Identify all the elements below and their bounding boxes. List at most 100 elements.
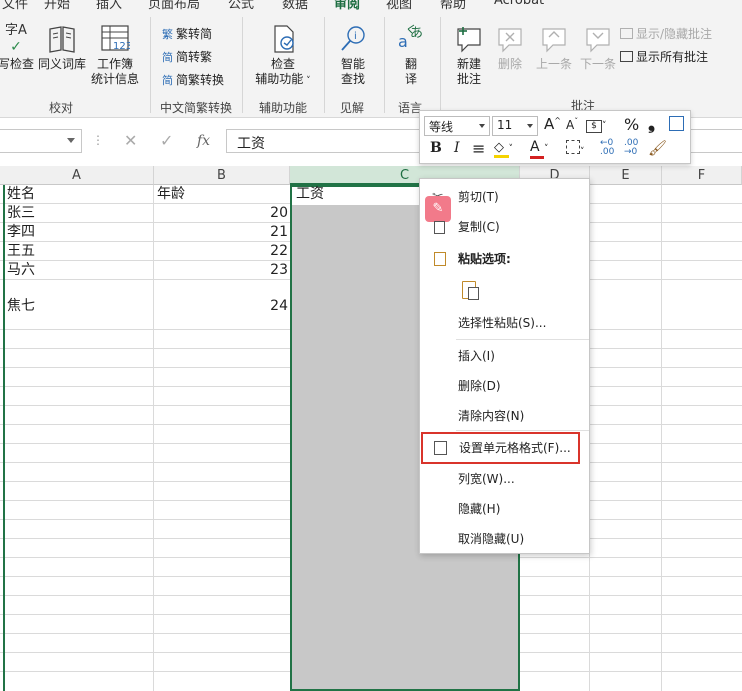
ribbon-separator: [150, 17, 151, 113]
percent-button[interactable]: %: [624, 115, 639, 134]
column-header-b[interactable]: B: [154, 166, 290, 185]
menu-item-delete-label: 删除(D): [458, 379, 501, 393]
chevron-down-icon: [527, 124, 533, 128]
show-all-comments-button[interactable]: 显示所有批注: [620, 48, 708, 65]
show-hide-comment-button[interactable]: 显示/隐藏批注: [620, 25, 712, 42]
insert-function-icon[interactable]: fx: [197, 133, 210, 149]
enter-icon[interactable]: ✓: [160, 131, 173, 150]
chinese-conversion-label: 简繁转换: [176, 73, 225, 87]
show-all-comments-label: 显示所有批注: [636, 50, 709, 64]
menu-item-format-cells-label: 设置单元格格式(F)...: [459, 441, 571, 455]
menu-item-cut-label: 剪切(T): [458, 190, 499, 204]
name-box[interactable]: [0, 129, 82, 153]
workbook-statistics-button[interactable]: 123 工作簿 统计信息: [88, 23, 142, 87]
cell-b2[interactable]: 20: [157, 204, 288, 222]
menu-item-clear-contents-label: 清除内容(N): [458, 409, 525, 423]
thesaurus-button[interactable]: 同义词库: [37, 23, 87, 72]
column-header-f[interactable]: F: [662, 166, 742, 185]
menu-item-insert[interactable]: 插入(I): [420, 342, 589, 370]
font-name-value: 等线: [429, 120, 454, 134]
decrease-decimal-button[interactable]: .00 →0: [624, 139, 638, 157]
workbook-stats-label-2: 统计信息: [90, 72, 139, 86]
delete-comment-button[interactable]: 删除: [490, 23, 530, 72]
chinese-conversion-button[interactable]: 简 简繁转换: [162, 71, 224, 88]
bold-button[interactable]: B: [430, 140, 442, 156]
menu-item-clear-contents[interactable]: 清除内容(N): [420, 402, 589, 430]
cell-b5[interactable]: 23: [157, 261, 288, 279]
menu-item-unhide[interactable]: 取消隐藏(U): [420, 525, 589, 553]
ribbon-tabs: 文件 开始 插入 页面布局 公式 数据 审阅 视图 帮助 Acrobat: [0, 0, 742, 15]
grow-font-button[interactable]: A^: [544, 115, 561, 133]
thesaurus-label: 同义词库: [37, 57, 86, 71]
ribbon-separator: [440, 17, 441, 113]
check-accessibility-button[interactable]: 检查 辅助功能 ˅: [250, 23, 316, 89]
cell-b3[interactable]: 21: [157, 223, 288, 241]
menu-item-column-width[interactable]: 列宽(W)...: [420, 465, 589, 493]
tab-acrobat[interactable]: Acrobat: [494, 0, 544, 8]
menu-item-paste-special[interactable]: 选择性粘贴(S)...: [420, 309, 589, 337]
new-comment-button[interactable]: 新建 批注: [448, 23, 490, 87]
paste-options-label: 粘贴选项:: [458, 252, 511, 266]
mini-toolbar: 等线 11 A^ Aˇ $ ˅ % ❟ B I ≡ ◇ ˅ A ˅ ˅ ←0.00…: [419, 110, 691, 164]
comma-style-button[interactable]: ❟: [648, 113, 655, 134]
cell-a5[interactable]: 马六: [7, 261, 35, 279]
cell-b6[interactable]: 24: [157, 297, 288, 315]
menu-item-format-cells[interactable]: 设置单元格格式(F)...: [421, 432, 580, 464]
fill-color-button[interactable]: ◇ ˅: [494, 139, 513, 158]
menu-item-delete[interactable]: 删除(D): [420, 372, 589, 400]
chevron-down-icon: [67, 138, 75, 143]
simp-to-trad-button[interactable]: 简 简转繁: [162, 48, 212, 65]
format-painter-button[interactable]: 🖌: [648, 139, 667, 157]
spelling-button[interactable]: 字A ✓ 写检查: [0, 23, 34, 72]
chinese-conversion-icon: 简: [162, 73, 173, 87]
cell-a4[interactable]: 王五: [7, 242, 35, 260]
context-menu: ✂ 剪切(T) ✎ 复制(C) 粘贴选项: 选择性粘贴(S)... 插入(I) …: [419, 178, 590, 554]
shrink-font-button[interactable]: Aˇ: [566, 117, 578, 132]
cell-c1[interactable]: 工资: [296, 185, 324, 203]
format-table-button[interactable]: [669, 116, 684, 135]
workbook-statistics-icon: 123: [101, 25, 130, 52]
translate-button[interactable]: a あ 翻 译: [392, 23, 430, 87]
chevron-down-icon: ˅: [580, 147, 585, 157]
next-comment-icon: [586, 28, 610, 53]
trad-to-simp-button[interactable]: 繁 繁转简: [162, 25, 212, 42]
menu-item-hide[interactable]: 隐藏(H): [420, 495, 589, 523]
ribbon-separator: [384, 17, 385, 113]
comment-icon: [620, 28, 633, 39]
paste-button[interactable]: [460, 279, 482, 303]
more-options-icon[interactable]: ⋮: [92, 133, 104, 147]
chevron-down-icon: ˅: [602, 121, 607, 131]
previous-comment-button[interactable]: 上一条: [532, 23, 576, 72]
decrease-decimal-icon: .00 →0: [624, 138, 639, 157]
menu-item-paste-options: 粘贴选项:: [420, 245, 589, 273]
clipboard-icon: [434, 252, 446, 266]
cell-a2[interactable]: 张三: [7, 204, 35, 222]
cell-a3[interactable]: 李四: [7, 223, 35, 241]
increase-decimal-icon: ←0.00: [600, 138, 615, 157]
accessibility-label-2: 辅助功能: [255, 72, 304, 86]
cell-a6[interactable]: 焦七: [7, 297, 35, 315]
smart-lookup-button[interactable]: i 智能 查找: [332, 23, 374, 87]
font-name-select[interactable]: 等线: [424, 116, 490, 136]
shrink-font-icon: A: [566, 118, 575, 132]
cell-a1[interactable]: 姓名: [7, 185, 35, 203]
simp-to-trad-icon: 简: [162, 50, 173, 64]
cell-b4[interactable]: 22: [157, 242, 288, 260]
column-header-e[interactable]: E: [590, 166, 662, 185]
search-icon: i: [341, 26, 365, 51]
increase-decimal-button[interactable]: ←0.00: [600, 139, 614, 157]
font-color-button[interactable]: A ˅: [530, 139, 549, 159]
italic-button[interactable]: I: [454, 140, 460, 156]
borders-button[interactable]: ˅: [566, 140, 585, 158]
align-center-button[interactable]: ≡: [472, 139, 485, 158]
accounting-format-button[interactable]: $ ˅: [586, 116, 607, 133]
cell-b1[interactable]: 年龄: [157, 185, 185, 203]
font-size-select[interactable]: 11: [492, 116, 538, 136]
column-header-a[interactable]: A: [0, 166, 154, 185]
menu-item-copy[interactable]: 复制(C): [420, 213, 589, 241]
smart-lookup-label-1: 智能: [340, 57, 365, 71]
translate-label-1: 翻: [404, 57, 417, 71]
menu-item-column-width-label: 列宽(W)...: [458, 472, 515, 486]
next-comment-button[interactable]: 下一条: [576, 23, 620, 72]
cancel-icon[interactable]: ✕: [124, 131, 137, 150]
